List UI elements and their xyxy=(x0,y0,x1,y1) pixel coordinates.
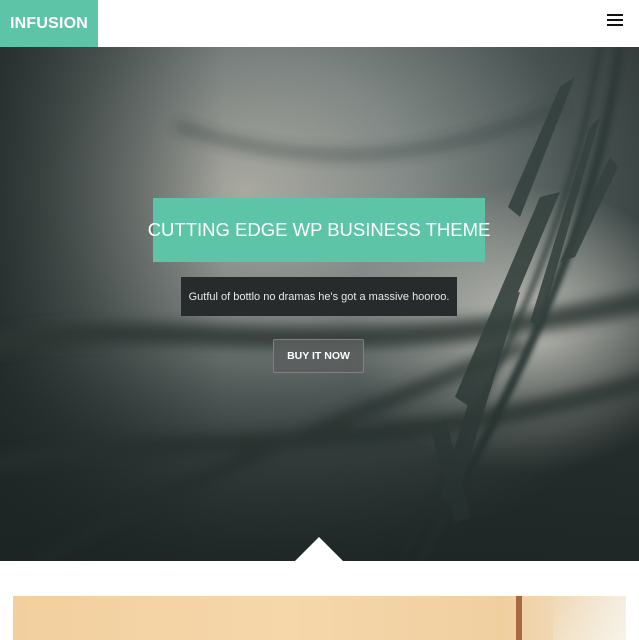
hamburger-menu-icon[interactable] xyxy=(607,14,623,30)
menu-bar xyxy=(607,14,623,16)
menu-bar xyxy=(607,24,623,26)
featured-image-preview xyxy=(13,596,626,640)
menu-bar xyxy=(607,19,623,21)
image-detail xyxy=(553,596,626,640)
image-detail xyxy=(516,596,522,640)
site-logo[interactable]: INFUSION xyxy=(0,0,98,47)
hero-section: CUTTING EDGE WP BUSINESS THEME Gutful of… xyxy=(0,47,639,561)
site-header: INFUSION xyxy=(0,0,639,47)
hero-pointer-notch xyxy=(295,537,343,561)
hero-subtitle: Gutful of bottlo no dramas he's got a ma… xyxy=(181,277,457,316)
buy-it-now-button[interactable]: BUY IT NOW xyxy=(273,339,364,373)
hero-title: CUTTING EDGE WP BUSINESS THEME xyxy=(148,198,490,262)
